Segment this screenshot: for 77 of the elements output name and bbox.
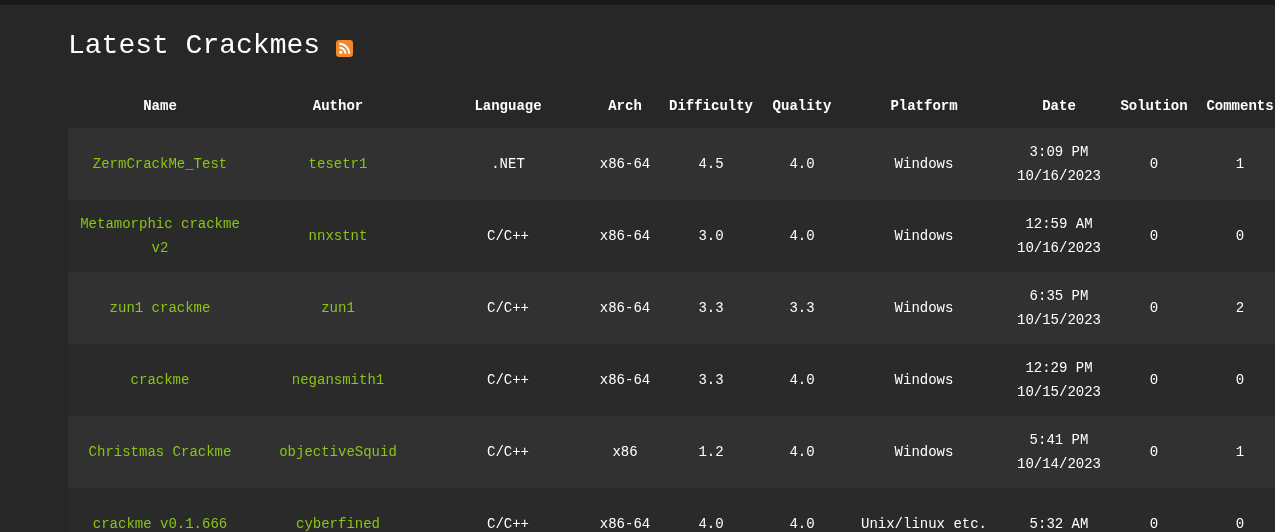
table-cell-text: 3:09 PM [1028, 143, 1090, 162]
table-cell: 3.3 [698, 371, 724, 388]
author-link[interactable]: nnxstnt [308, 224, 368, 248]
author-link[interactable]: objectiveSquid [279, 440, 397, 464]
column-header: Solution [1120, 98, 1188, 114]
table-cell-text: 12:29 PM [1024, 359, 1094, 378]
table-cell: Windows [894, 155, 954, 172]
column-header: Arch [608, 98, 642, 114]
table-cell: 1 [1235, 155, 1245, 172]
rss-icon[interactable] [336, 39, 354, 57]
table-cell: C/C++ [487, 515, 529, 532]
table-cell: x86-64 [599, 227, 651, 244]
column-header: Platform [890, 98, 958, 114]
crackme-link[interactable]: crackme v0.1.666 [92, 512, 228, 532]
table-cell: 4.5 [698, 155, 724, 172]
table-cell: 3.3 [789, 299, 815, 316]
author-link[interactable]: tesetr1 [308, 152, 368, 176]
table-cell: 4.0 [789, 155, 815, 172]
table-cell: C/C++ [487, 443, 529, 460]
table-cell: x86-64 [599, 371, 651, 388]
table-cell: Windows [894, 227, 954, 244]
table-cell: Windows [894, 371, 954, 388]
table-cell: C/C++ [487, 371, 529, 388]
column-header: Language [474, 98, 542, 114]
table-cell: 1 [1235, 443, 1245, 460]
crackme-link[interactable]: Metamorphic crackme v2 [76, 212, 244, 260]
table-cell: 2 [1235, 299, 1245, 316]
table-cell: Unix/linux etc. [861, 515, 987, 532]
table-cell: x86-64 [599, 155, 651, 172]
table-cell-text: 6:35 PM [1028, 287, 1090, 306]
table-cell: 0 [1235, 227, 1245, 244]
table-cell: Windows [894, 443, 954, 460]
table-cell: 0 [1149, 515, 1159, 532]
table-cell: x86-64 [599, 299, 651, 316]
table-cell: Windows [894, 299, 954, 316]
column-header: Quality [772, 98, 832, 114]
table-cell: 0 [1149, 299, 1159, 316]
table-cell: x86-64 [599, 515, 651, 532]
table-cell-text: 10/14/2023 [1016, 455, 1102, 474]
table-cell: 0 [1149, 155, 1159, 172]
table-cell: 4.0 [789, 443, 815, 460]
table-cell: x86 [612, 443, 638, 460]
table-cell: 3.3 [698, 299, 724, 316]
table-cell-text: 5:41 PM [1028, 431, 1090, 450]
column-header: Difficulty [669, 98, 753, 114]
crackme-link[interactable]: zun1 crackme [109, 296, 211, 320]
table-cell: 3.0 [698, 227, 724, 244]
table-cell: 4.0 [698, 515, 724, 532]
table-cell: C/C++ [487, 227, 529, 244]
table-cell: 0 [1235, 515, 1245, 532]
author-link[interactable]: negansmith1 [291, 368, 385, 392]
table-cell-text: 12:59 AM [1024, 215, 1094, 234]
crackme-link[interactable]: crackme [130, 368, 190, 392]
author-link[interactable]: zun1 [321, 296, 355, 320]
column-header: Author [312, 98, 364, 114]
column-header: Comments [1206, 98, 1274, 114]
table-cell-text: 10/15/2023 [1016, 311, 1102, 330]
table-cell-text: 10/16/2023 [1016, 167, 1102, 186]
table-cell-text: 5:32 AM [1028, 515, 1090, 532]
table-cell: 4.0 [789, 227, 815, 244]
crackme-link[interactable]: ZermCrackMe_Test [92, 152, 228, 176]
table-cell: 0 [1149, 443, 1159, 460]
column-header: Date [1042, 98, 1076, 114]
table-cell: 0 [1235, 371, 1245, 388]
author-link[interactable]: cyberfined [296, 512, 380, 532]
table-cell: 4.0 [789, 371, 815, 388]
table-cell: 1.2 [698, 443, 724, 460]
crackme-link[interactable]: Christmas Crackme [88, 440, 232, 464]
table-cell-text: 10/15/2023 [1016, 383, 1102, 402]
page-title: Latest Crackmes [68, 32, 321, 60]
table-cell: C/C++ [487, 299, 529, 316]
column-header: Name [143, 98, 177, 114]
table-cell: .NET [491, 155, 525, 172]
table-cell: 4.0 [789, 515, 815, 532]
table-cell: 0 [1149, 371, 1159, 388]
table-cell: 0 [1149, 227, 1159, 244]
table-cell-text: 10/16/2023 [1016, 239, 1102, 258]
